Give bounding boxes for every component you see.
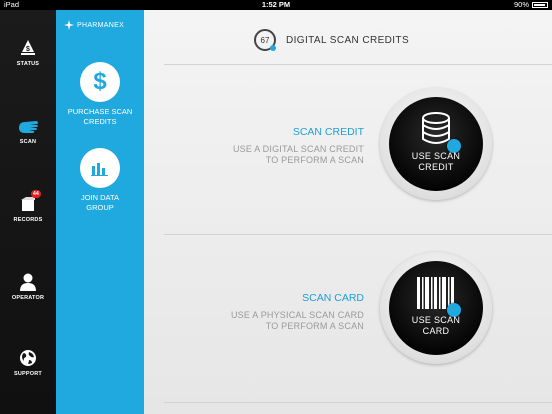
description-line: TO PERFORM A SCAN	[265, 155, 364, 165]
description-line: TO PERFORM A SCAN	[265, 321, 364, 331]
use-scan-card-button-frame: USE SCAN CARD	[380, 252, 492, 364]
subnav-item-label: JOIN DATA GROUP	[80, 193, 120, 212]
records-badge: 44	[31, 190, 41, 198]
button-label-line: CREDIT	[418, 162, 454, 172]
sidebar-item-label: OPERATOR	[11, 295, 45, 301]
hand-scan-icon	[19, 121, 38, 133]
button-label: USE SCAN CARD	[389, 315, 483, 337]
sidebar-item-records[interactable]: 44 RECORDS	[0, 190, 56, 223]
divider	[164, 64, 552, 65]
divider	[164, 234, 552, 235]
sidebar-item-operator[interactable]: OPERATOR	[0, 272, 56, 301]
globe-icon	[20, 350, 36, 366]
sidebar-item-support[interactable]: SUPPORT	[0, 348, 56, 377]
status-icon: $	[21, 40, 35, 55]
battery-indicator: 90%	[514, 0, 548, 10]
use-scan-card-button[interactable]: USE SCAN CARD	[389, 261, 483, 355]
button-label-line: CARD	[422, 326, 450, 336]
sidebar-item-label: STATUS	[16, 61, 40, 67]
credits-header: 67 DIGITAL SCAN CREDITS	[254, 29, 409, 51]
button-label-line: USE SCAN	[411, 151, 461, 161]
battery-icon	[532, 2, 548, 8]
subnav-item-label: PURCHASE SCAN CREDITS	[67, 107, 133, 126]
credit-count-value: 67	[260, 35, 270, 45]
scan-card-description: USE A PHYSICAL SCAN CARD TO PERFORM A SC…	[144, 310, 364, 332]
sidebar-item-label: SUPPORT	[14, 371, 42, 377]
dollar-icon: $	[80, 62, 120, 102]
brand-name: PHARMANEX	[77, 21, 125, 29]
main-content: 67 DIGITAL SCAN CREDITS SCAN CREDIT USE …	[144, 10, 552, 414]
button-label: USE SCAN CREDIT	[389, 151, 483, 173]
use-scan-credit-button-frame: USE SCAN CREDIT	[380, 88, 492, 200]
credit-count: 67	[254, 29, 276, 51]
subnav-item-purchase[interactable]: $ PURCHASE SCAN CREDITS	[56, 62, 144, 126]
scan-card-title: SCAN CARD	[302, 292, 364, 304]
status-bar: iPad 1:52 PM 90%	[0, 0, 552, 10]
battery-percent: 90%	[513, 0, 529, 9]
description-line: USE A DIGITAL SCAN CREDIT	[232, 144, 364, 154]
person-icon	[20, 273, 36, 291]
bar-chart-icon	[80, 148, 120, 188]
clock: 1:52 PM	[261, 0, 291, 9]
sidebar-item-label: RECORDS	[13, 217, 43, 223]
use-scan-credit-button[interactable]: USE SCAN CREDIT	[389, 97, 483, 191]
brand-logo: PHARMANEX	[64, 20, 124, 30]
button-label-line: USE SCAN	[411, 315, 461, 325]
svg-text:$: $	[26, 46, 30, 53]
subnav-panel: PHARMANEX $ PURCHASE SCAN CREDITS JOIN D…	[56, 10, 144, 414]
page-title: DIGITAL SCAN CREDITS	[286, 34, 410, 46]
sidebar-item-label: SCAN	[19, 139, 37, 145]
scan-credit-title: SCAN CREDIT	[292, 126, 364, 138]
sidebar-item-scan[interactable]: SCAN	[0, 116, 56, 145]
divider	[164, 402, 552, 403]
pharmanex-logo-icon	[64, 20, 74, 30]
description-line: USE A PHYSICAL SCAN CARD	[230, 310, 364, 320]
subnav-item-join-data[interactable]: JOIN DATA GROUP	[56, 148, 144, 212]
sidebar-item-status[interactable]: $ STATUS	[0, 38, 56, 67]
scan-credit-description: USE A DIGITAL SCAN CREDIT TO PERFORM A S…	[144, 144, 364, 166]
main-sidebar: $ STATUS SCAN 44 RECORDS OPERATOR SUPPOR…	[0, 10, 56, 414]
